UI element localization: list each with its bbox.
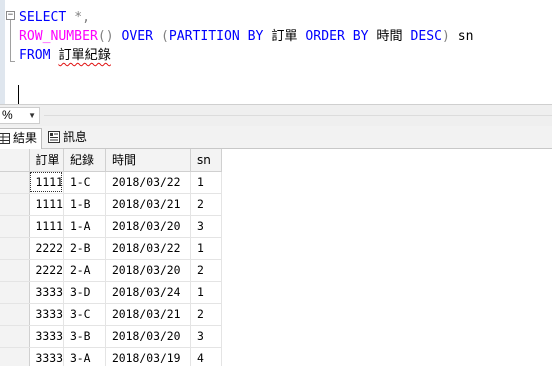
cell-order[interactable]: 1111 [29,171,64,194]
row-header[interactable] [0,303,30,326]
code-line-2[interactable]: ROW_NUMBER() OVER (PARTITION BY 訂單 ORDER… [19,27,474,47]
results-tab-strip: 結果 訊息 [0,126,552,149]
cell-time[interactable]: 2018/03/24 [105,281,191,304]
cell-time[interactable]: 2018/03/22 [105,171,191,194]
row-header[interactable] [0,215,30,238]
row-header[interactable] [0,347,30,366]
corner-header[interactable] [0,149,30,172]
function-parens: () [97,29,114,44]
grid-icon [0,131,10,150]
cell-record[interactable]: 1-B [63,193,106,216]
open-paren: ( [160,29,169,44]
table-row: 3333 3-D 2018/03/24 1 [0,281,222,304]
cell-sn[interactable]: 1 [190,237,222,260]
cell-time[interactable]: 2018/03/21 [105,303,191,326]
column-time: 時間 [376,29,403,44]
cell-order[interactable]: 2222 [29,237,64,260]
row-header[interactable] [0,171,30,194]
horizontal-scrollbar[interactable] [44,115,552,116]
editor-status-bar: % ▼ [0,104,552,126]
cell-sn[interactable]: 3 [190,215,222,238]
collapse-icon[interactable]: − [6,11,15,20]
close-paren: ) [442,29,450,44]
table-row: 1111 1-C 2018/03/22 1 [0,171,222,194]
results-table: 訂單 紀錄 時間 sn 1111 1-C 2018/03/22 1 1111 1… [0,149,222,366]
cell-record[interactable]: 3-A [63,347,106,366]
tab-messages-label: 訊息 [63,130,88,144]
cell-order[interactable]: 3333 [29,303,64,326]
zoom-select[interactable]: % ▼ [0,107,40,124]
keyword-partition-by: PARTITION BY [168,29,264,44]
column-header-sn[interactable]: sn [190,149,222,172]
function-row-number: ROW_NUMBER [19,29,98,44]
keyword-order-by: ORDER BY [305,29,369,44]
cell-time[interactable]: 2018/03/20 [105,215,191,238]
cell-sn[interactable]: 2 [190,259,222,282]
keyword-desc: DESC [410,29,443,44]
cell-sn[interactable]: 4 [190,347,222,366]
row-header[interactable] [0,193,30,216]
table-row: 2222 2-B 2018/03/22 1 [0,237,222,260]
column-order: 訂單 [271,29,298,44]
cell-time[interactable]: 2018/03/22 [105,237,191,260]
table-row: 3333 3-B 2018/03/20 3 [0,325,222,348]
row-header[interactable] [0,281,30,304]
cell-record[interactable]: 2-B [63,237,106,260]
table-row: 1111 1-A 2018/03/20 3 [0,215,222,238]
cell-sn[interactable]: 1 [190,281,222,304]
cell-sn[interactable]: 1 [190,171,222,194]
column-header-order[interactable]: 訂單 [29,149,64,172]
column-header-record[interactable]: 紀錄 [63,149,106,172]
row-header[interactable] [0,325,30,348]
tab-results[interactable]: 結果 [0,128,42,149]
header-row: 訂單 紀錄 時間 sn [0,149,222,172]
cell-record[interactable]: 1-C [63,171,106,194]
cell-time[interactable]: 2018/03/20 [105,259,191,282]
tab-results-label: 結果 [13,131,38,145]
text-cursor [18,85,19,104]
keyword-from: FROM [19,48,51,63]
table-name: 訂單紀錄 [58,48,111,63]
column-alias: sn [457,29,474,44]
cell-sn[interactable]: 2 [190,303,222,326]
code-line-3[interactable]: FROM 訂單紀錄 [19,46,111,66]
chevron-down-icon[interactable]: ▼ [28,108,36,123]
keyword-select: SELECT [19,10,67,25]
cell-time[interactable]: 2018/03/20 [105,325,191,348]
table-row: 3333 3-A 2018/03/19 4 [0,347,222,366]
sql-editor[interactable]: − SELECT *, ROW_NUMBER() OVER (PARTITION… [0,0,552,104]
editor-margin [0,0,5,104]
cell-record[interactable]: 3-D [63,281,106,304]
cell-order[interactable]: 3333 [29,347,64,366]
column-header-time[interactable]: 時間 [105,149,191,172]
cell-record[interactable]: 3-C [63,303,106,326]
results-grid[interactable]: 訂單 紀錄 時間 sn 1111 1-C 2018/03/22 1 1111 1… [0,149,552,366]
cell-time[interactable]: 2018/03/19 [105,347,191,366]
code-line-1[interactable]: SELECT *, [19,8,90,28]
table-row: 1111 1-B 2018/03/21 2 [0,193,222,216]
cell-order[interactable]: 1111 [29,193,64,216]
cell-record[interactable]: 2-A [63,259,106,282]
zoom-value: % [2,108,13,122]
fold-guide-line [10,20,11,62]
cell-order[interactable]: 3333 [29,281,64,304]
select-star: *, [66,10,90,25]
row-header[interactable] [0,237,30,260]
cell-record[interactable]: 3-B [63,325,106,348]
table-row: 2222 2-A 2018/03/20 2 [0,259,222,282]
messages-icon [48,130,60,149]
table-row: 3333 3-C 2018/03/21 2 [0,303,222,326]
cell-order[interactable]: 3333 [29,325,64,348]
cell-record[interactable]: 1-A [63,215,106,238]
cell-sn[interactable]: 3 [190,325,222,348]
fold-guide-end [10,61,15,62]
keyword-over: OVER [121,29,154,44]
cell-order[interactable]: 1111 [29,215,64,238]
tab-messages[interactable]: 訊息 [46,128,98,149]
cell-order[interactable]: 2222 [29,259,64,282]
cell-sn[interactable]: 2 [190,193,222,216]
cell-time[interactable]: 2018/03/21 [105,193,191,216]
row-header[interactable] [0,259,30,282]
